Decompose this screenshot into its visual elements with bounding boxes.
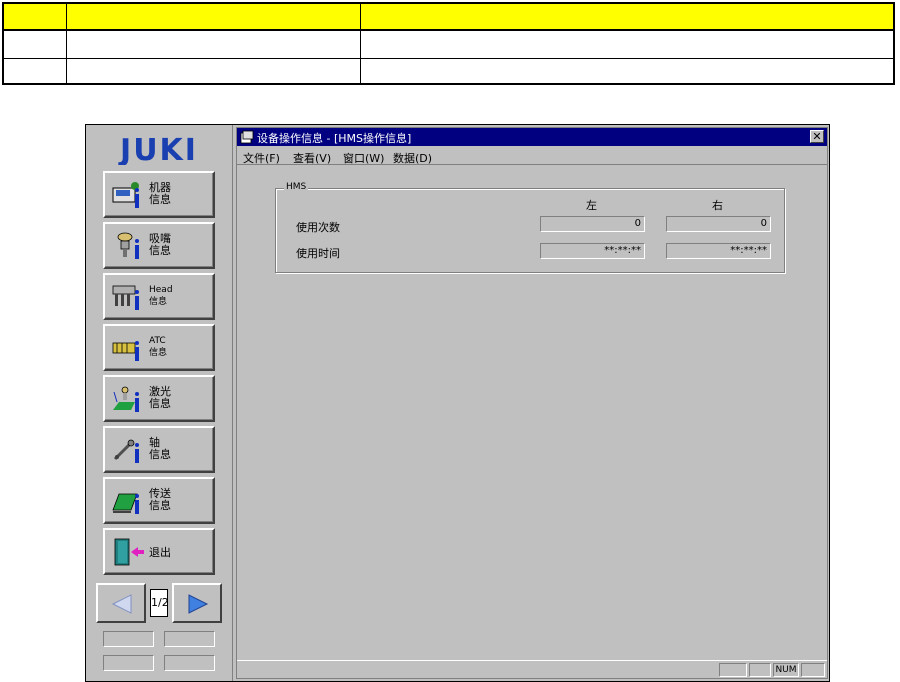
doc-table-header (4, 4, 893, 31)
machine-info-button[interactable]: 机器 信息 (103, 171, 215, 218)
sidebar-status-box (164, 631, 215, 647)
arrow-right-icon (188, 594, 209, 614)
exit-button[interactable]: 退出 (103, 528, 215, 575)
hms-info-window: 设备操作信息 - [HMS操作信息] ✕ 文件(F) 查看(V) 窗口(W) 数… (236, 127, 828, 679)
menu-window[interactable]: 窗口(W) (343, 150, 384, 166)
machine-info-icon (112, 182, 139, 208)
column-header-left: 左 (586, 199, 597, 212)
close-button[interactable]: ✕ (810, 130, 824, 143)
content-area: HMS 左 右 使用次数 0 0 使用时间 **:**:** **:**:** (240, 168, 824, 658)
atc-info-icon (112, 341, 139, 361)
exit-door-icon (114, 538, 144, 566)
menu-file[interactable]: 文件(F) (243, 150, 280, 166)
sidebar-item-label: 激光 信息 (149, 385, 171, 410)
usage-time-label: 使用时间 (296, 247, 340, 260)
sidebar-item-label: 传送 信息 (149, 487, 171, 512)
app-window: JUKI 机器 信息 吸嘴 信息 Head 信息 ATC 信息 激光 信息 轴 … (85, 124, 830, 682)
hms-groupbox: HMS 左 右 使用次数 0 0 使用时间 **:**:** **:**:** (275, 182, 785, 273)
sidebar-item-label: 吸嘴 信息 (149, 232, 171, 257)
doc-header-cell (4, 4, 66, 29)
app-icon (240, 130, 254, 144)
sidebar-item-label: ATC 信息 (149, 336, 168, 358)
next-page-button[interactable] (172, 583, 222, 623)
axis-info-button[interactable]: 轴 信息 (103, 426, 215, 473)
close-icon: ✕ (812, 130, 822, 143)
logo-text: JUKI (118, 133, 198, 165)
status-bar: NUM (237, 660, 827, 678)
usage-time-right-field: **:**:** (666, 243, 771, 259)
num-lock-indicator: NUM (773, 663, 799, 677)
laser-info-button[interactable]: 激光 信息 (103, 375, 215, 422)
doc-cell (4, 31, 66, 58)
arrow-left-icon (111, 594, 132, 614)
doc-cell (66, 59, 360, 83)
status-cell (801, 663, 825, 677)
doc-cell (360, 31, 893, 58)
doc-header-cell (66, 4, 360, 29)
sidebar-item-label: 轴 信息 (149, 436, 171, 461)
doc-cell (4, 59, 66, 83)
axis-info-icon (113, 439, 139, 463)
doc-header-cell (360, 4, 893, 29)
status-cell (719, 663, 747, 677)
head-info-icon (112, 285, 139, 310)
laser-info-icon (113, 386, 139, 412)
nozzle-info-button[interactable]: 吸嘴 信息 (103, 222, 215, 269)
sidebar-status-box (103, 655, 154, 671)
sidebar-item-label: Head 信息 (149, 285, 173, 307)
sidebar-status-box (103, 631, 154, 647)
window-title: 设备操作信息 - [HMS操作信息] (257, 132, 412, 145)
usage-count-right-field: 0 (666, 216, 771, 232)
head-info-button[interactable]: Head 信息 (103, 273, 215, 320)
menu-bar: 文件(F) 查看(V) 窗口(W) 数据(D) (237, 147, 827, 165)
usage-count-label: 使用次数 (296, 221, 340, 234)
status-cell (749, 663, 771, 677)
juki-logo: JUKI (118, 133, 198, 165)
conveyor-info-icon (112, 493, 139, 514)
usage-count-left-field: 0 (540, 216, 645, 232)
title-bar[interactable]: 设备操作信息 - [HMS操作信息] ✕ (237, 128, 827, 146)
groupbox-title: HMS (284, 182, 309, 192)
nozzle-info-icon (117, 232, 139, 259)
menu-view[interactable]: 查看(V) (293, 150, 331, 166)
doc-col-divider (360, 4, 361, 83)
doc-cell (360, 59, 893, 83)
usage-time-left-field: **:**:** (540, 243, 645, 259)
doc-cell (66, 31, 360, 58)
sidebar-item-label: 退出 (149, 546, 171, 559)
sidebar: JUKI 机器 信息 吸嘴 信息 Head 信息 ATC 信息 激光 信息 轴 … (86, 125, 233, 681)
doc-col-divider (66, 4, 67, 83)
prev-page-button[interactable] (96, 583, 146, 623)
doc-table (2, 2, 895, 85)
sidebar-item-label: 机器 信息 (149, 181, 171, 206)
atc-info-button[interactable]: ATC 信息 (103, 324, 215, 371)
menu-data[interactable]: 数据(D) (393, 150, 432, 166)
conveyor-info-button[interactable]: 传送 信息 (103, 477, 215, 524)
sidebar-status-box (164, 655, 215, 671)
page-indicator: 1/2 (150, 589, 169, 617)
doc-table-row (4, 59, 893, 83)
doc-table-row (4, 31, 893, 59)
column-header-right: 右 (712, 199, 723, 212)
pager: 1/2 (96, 583, 224, 625)
